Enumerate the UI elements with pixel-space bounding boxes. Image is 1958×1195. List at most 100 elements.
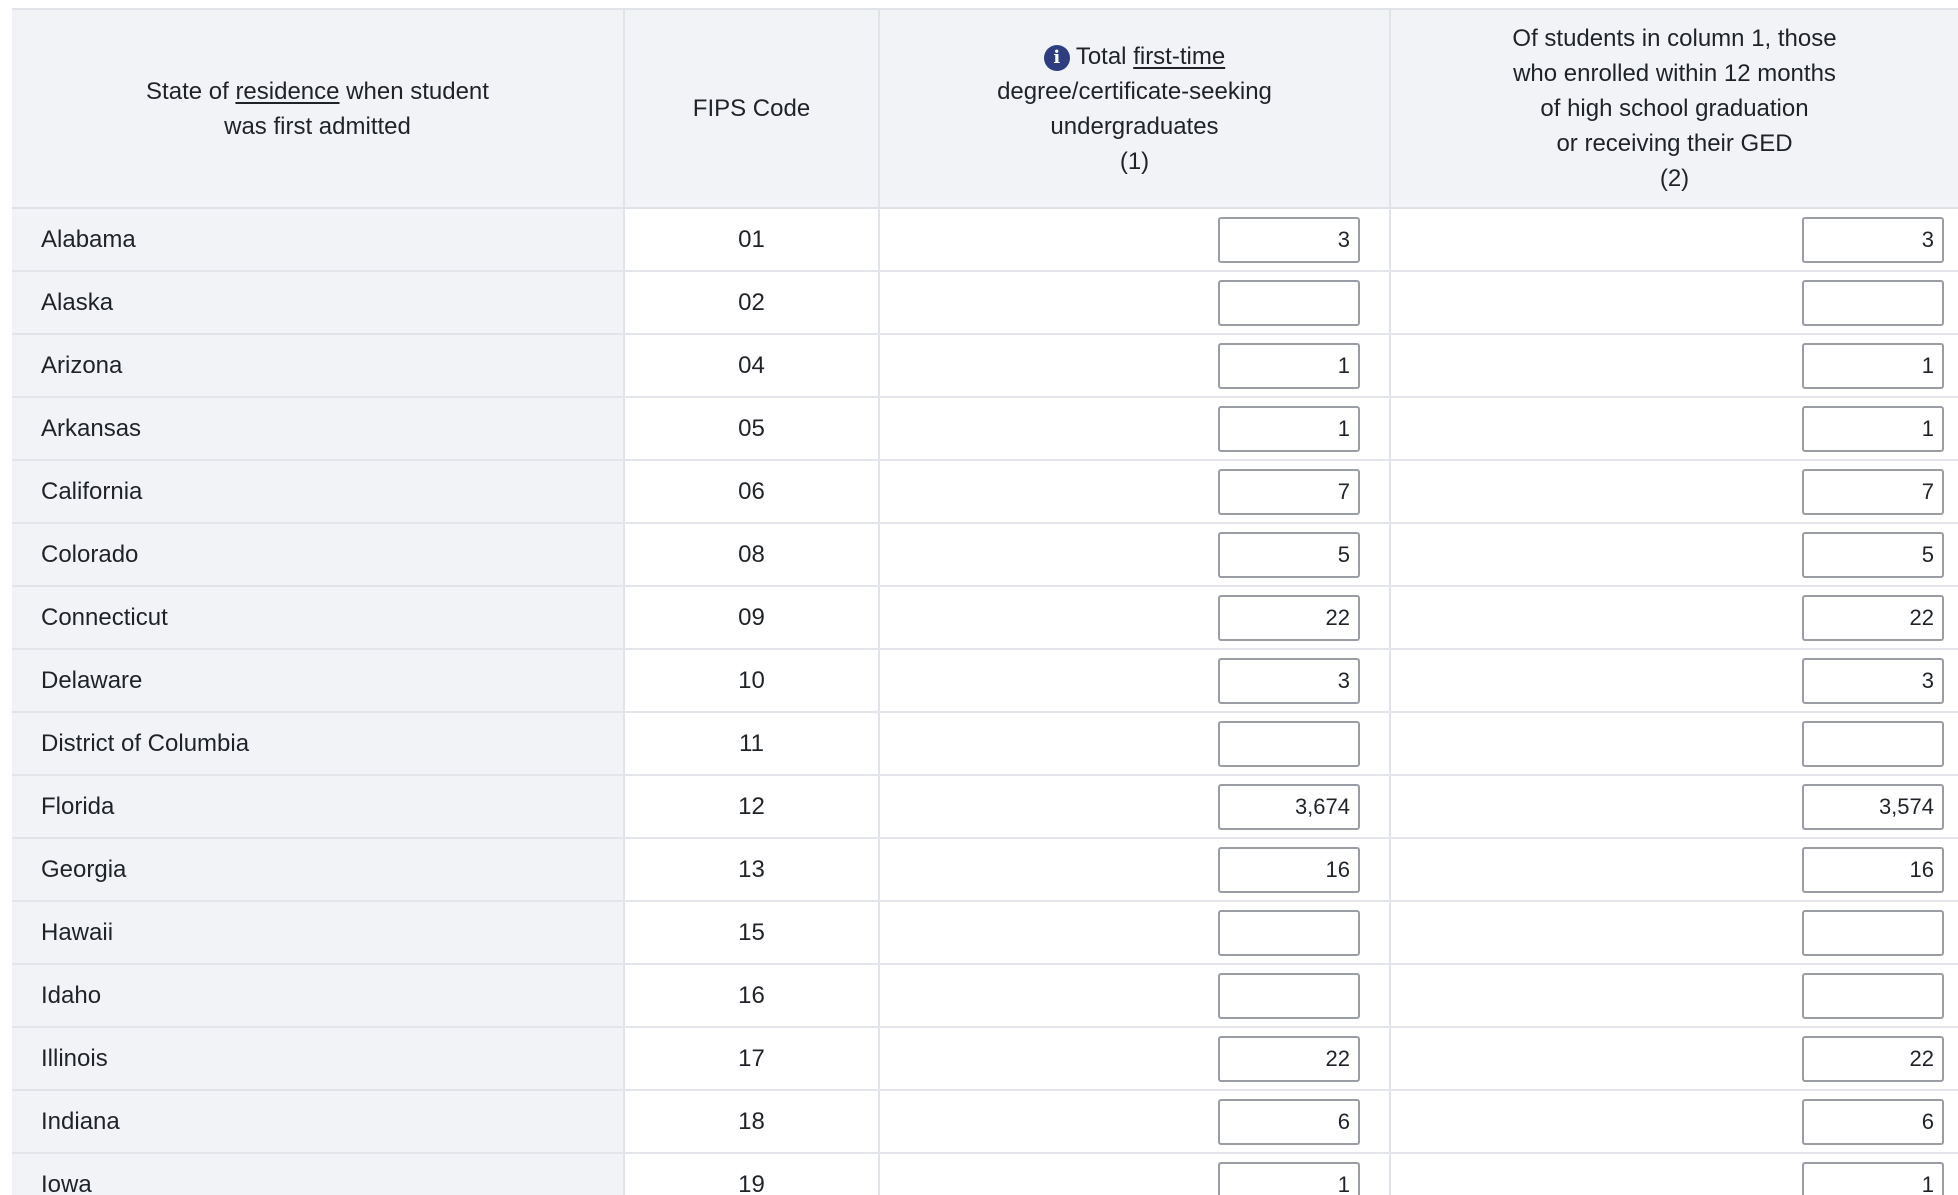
- total-first-time-input[interactable]: [1218, 405, 1360, 452]
- col-1-cell: [879, 1153, 1391, 1195]
- total-first-time-input[interactable]: [1218, 972, 1360, 1019]
- enrolled-within-12-months-input[interactable]: [1802, 279, 1944, 326]
- table-row: Alabama 01: [12, 208, 1958, 272]
- fips-code: 02: [624, 271, 880, 335]
- enrolled-within-12-months-input[interactable]: [1802, 1035, 1944, 1082]
- enrolled-within-12-months-input[interactable]: [1802, 909, 1944, 956]
- state-name: Georgia: [12, 838, 625, 902]
- total-first-time-input[interactable]: [1218, 846, 1360, 893]
- fips-code: 06: [624, 460, 880, 524]
- col-2-cell: [1390, 838, 1958, 902]
- state-name: Indiana: [12, 1090, 625, 1154]
- state-name: Delaware: [12, 649, 625, 713]
- col-2-cell: [1390, 586, 1958, 650]
- table-row: Arizona 04: [12, 334, 1958, 398]
- enrolled-within-12-months-input[interactable]: [1802, 405, 1944, 452]
- enrolled-within-12-months-input[interactable]: [1802, 216, 1944, 263]
- header-row: State of residence when student was firs…: [12, 8, 1958, 209]
- enrolled-within-12-months-input[interactable]: [1802, 342, 1944, 389]
- enrolled-within-12-months-input[interactable]: [1802, 972, 1944, 1019]
- col-1-cell: [879, 523, 1391, 587]
- total-first-time-input[interactable]: [1218, 909, 1360, 956]
- col-2-cell: [1390, 271, 1958, 335]
- col-2-cell: [1390, 1153, 1958, 1195]
- fips-code: 04: [624, 334, 880, 398]
- state-name: Alabama: [12, 208, 625, 272]
- header-col-1-line3: undergraduates: [1050, 112, 1219, 140]
- table-row: Iowa 19: [12, 1153, 1958, 1195]
- total-first-time-input[interactable]: [1218, 279, 1360, 326]
- col-1-cell: [879, 901, 1391, 965]
- col-2-cell: [1390, 1090, 1958, 1154]
- fips-code: 10: [624, 649, 880, 713]
- enrolled-within-12-months-input[interactable]: [1802, 846, 1944, 893]
- enrolled-within-12-months-input[interactable]: [1802, 1098, 1944, 1145]
- enrolled-within-12-months-input[interactable]: [1802, 1161, 1944, 1195]
- state-name: California: [12, 460, 625, 524]
- total-first-time-input[interactable]: [1218, 657, 1360, 704]
- col-1-cell: [879, 838, 1391, 902]
- col-2-cell: [1390, 334, 1958, 398]
- state-name: Hawaii: [12, 901, 625, 965]
- enrolled-within-12-months-input[interactable]: [1802, 720, 1944, 767]
- col-2-cell: [1390, 964, 1958, 1028]
- header-col-2: Of students in column 1, those who enrol…: [1390, 8, 1958, 209]
- info-icon[interactable]: i: [1043, 44, 1070, 71]
- col-1-cell: [879, 649, 1391, 713]
- state-name: Arizona: [12, 334, 625, 398]
- table-row: Illinois 17: [12, 1027, 1958, 1091]
- residence-table: State of residence when student was firs…: [12, 8, 1958, 1195]
- total-first-time-input[interactable]: [1218, 342, 1360, 389]
- state-name: Connecticut: [12, 586, 625, 650]
- col-1-cell: [879, 460, 1391, 524]
- header-state-suffix: when student: [339, 77, 489, 105]
- total-first-time-input[interactable]: [1218, 468, 1360, 515]
- enrolled-within-12-months-input[interactable]: [1802, 657, 1944, 704]
- total-first-time-input[interactable]: [1218, 594, 1360, 641]
- table-row: California 06: [12, 460, 1958, 524]
- header-col-2-line2: who enrolled within 12 months: [1513, 60, 1836, 87]
- state-name: Idaho: [12, 964, 625, 1028]
- col-1-cell: [879, 586, 1391, 650]
- header-col-1-line2: degree/certificate-seeking: [997, 77, 1272, 105]
- col-1-cell: [879, 964, 1391, 1028]
- col-1-cell: [879, 271, 1391, 335]
- fips-code: 12: [624, 775, 880, 839]
- residence-link[interactable]: residence: [235, 78, 339, 105]
- enrolled-within-12-months-input[interactable]: [1802, 468, 1944, 515]
- fips-code: 19: [624, 1153, 880, 1195]
- col-1-cell: [879, 775, 1391, 839]
- residence-form-page: State of residence when student was firs…: [0, 0, 1958, 1195]
- col-2-cell: [1390, 1027, 1958, 1091]
- state-name: Illinois: [12, 1027, 625, 1091]
- header-state: State of residence when student was firs…: [12, 8, 625, 209]
- total-first-time-input[interactable]: [1218, 1035, 1360, 1082]
- total-first-time-input[interactable]: [1218, 720, 1360, 767]
- col-2-cell: [1390, 775, 1958, 839]
- header-col-2-line3: of high school graduation: [1540, 95, 1809, 122]
- first-time-link[interactable]: first-time: [1133, 43, 1225, 70]
- col-2-cell: [1390, 712, 1958, 776]
- enrolled-within-12-months-input[interactable]: [1802, 531, 1944, 578]
- col-1-cell: [879, 1090, 1391, 1154]
- total-first-time-input[interactable]: [1218, 216, 1360, 263]
- col-2-cell: [1390, 397, 1958, 461]
- col-1-cell: [879, 1027, 1391, 1091]
- table-row: Florida 12: [12, 775, 1958, 839]
- total-first-time-input[interactable]: [1218, 1161, 1360, 1195]
- fips-code: 15: [624, 901, 880, 965]
- fips-code: 18: [624, 1090, 880, 1154]
- col-2-cell: [1390, 901, 1958, 965]
- header-col-2-line4: or receiving their GED: [1556, 130, 1793, 157]
- total-first-time-input[interactable]: [1218, 783, 1360, 830]
- total-first-time-input[interactable]: [1218, 1098, 1360, 1145]
- total-first-time-input[interactable]: [1218, 531, 1360, 578]
- state-name: Iowa: [12, 1153, 625, 1195]
- col-1-cell: [879, 397, 1391, 461]
- col-1-cell: [879, 208, 1391, 272]
- enrolled-within-12-months-input[interactable]: [1802, 594, 1944, 641]
- header-state-line2: was first admitted: [224, 112, 411, 140]
- table-row: Georgia 13: [12, 838, 1958, 902]
- state-name: Arkansas: [12, 397, 625, 461]
- enrolled-within-12-months-input[interactable]: [1802, 783, 1944, 830]
